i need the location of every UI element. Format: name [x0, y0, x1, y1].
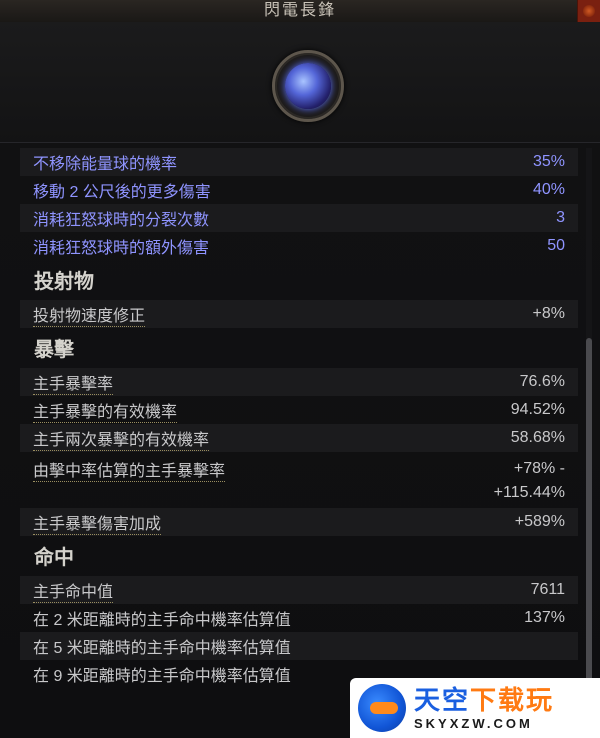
title-bar: 閃電長鋒 — [0, 0, 600, 23]
stat-label: 投射物速度修正 — [33, 302, 146, 327]
stat-value-line: +78% - — [513, 460, 565, 477]
skill-header — [0, 22, 600, 143]
stats-list: 不移除能量球的機率 35% 移動 2 公尺後的更多傷害 40% 消耗狂怒球時的分… — [20, 148, 578, 688]
scrollbar[interactable] — [586, 148, 592, 738]
section-heading-accuracy: 命中 — [34, 547, 74, 569]
watermark: 天空下载玩 SKYXZW.COM — [350, 678, 600, 738]
modifier-row: 消耗狂怒球時的分裂次數 3 — [20, 204, 578, 232]
watermark-url: SKYXZW.COM — [414, 715, 533, 731]
watermark-name-blue: 天空 — [414, 684, 471, 715]
stat-row[interactable]: 在 5 米距離時的主手命中機率估算值 — [20, 632, 578, 660]
stat-row[interactable]: 主手兩次暴擊的有效機率 58.68% — [20, 424, 578, 452]
modifier-label: 消耗狂怒球時的額外傷害 — [33, 240, 210, 257]
section-heading-critical: 暴擊 — [34, 339, 74, 361]
watermark-text: 天空下载玩 SKYXZW.COM — [414, 687, 554, 730]
stat-value-line: +115.44% — [493, 484, 565, 501]
modifier-row: 消耗狂怒球時的額外傷害 50 — [20, 232, 578, 260]
modifier-label: 移動 2 公尺後的更多傷害 — [33, 184, 211, 201]
stat-row[interactable]: 主手暴擊傷害加成 +589% — [20, 508, 578, 536]
skill-icon-orb — [285, 63, 331, 109]
stat-value: 7611 — [530, 581, 565, 598]
stat-row[interactable]: 投射物速度修正 +8% — [20, 300, 578, 328]
watermark-name-orange: 下载玩 — [470, 684, 555, 715]
stat-row[interactable]: 由擊中率估算的主手暴擊率 +78% - +115.44% — [20, 452, 578, 508]
stat-row[interactable]: 在 2 米距離時的主手命中機率估算值 137% — [20, 604, 578, 632]
stat-row[interactable]: 主手命中值 7611 — [20, 576, 578, 604]
stat-value: 94.52% — [510, 401, 565, 418]
stat-label: 主手兩次暴擊的有效機率 — [33, 426, 210, 451]
stat-label: 由擊中率估算的主手暴擊率 — [33, 452, 226, 482]
stat-label: 在 2 米距離時的主手命中機率估算值 — [33, 612, 291, 629]
modifier-value: 40% — [532, 181, 565, 198]
window-title: 閃電長鋒 — [263, 2, 336, 19]
modifier-value: 35% — [532, 153, 565, 170]
watermark-name: 天空下载玩 — [414, 687, 554, 713]
stat-label: 在 9 米距離時的主手命中機率估算值 — [33, 668, 291, 685]
close-icon[interactable] — [577, 0, 600, 22]
stat-label: 主手暴擊率 — [33, 370, 114, 395]
stat-value: +589% — [514, 513, 565, 530]
stat-row[interactable]: 主手暴擊的有效機率 94.52% — [20, 396, 578, 424]
lightning-spear-skill-icon — [272, 50, 344, 122]
modifier-row: 不移除能量球的機率 35% — [20, 148, 578, 176]
section-heading-projectile: 投射物 — [34, 271, 94, 293]
site-logo-icon — [358, 684, 406, 732]
stat-value-range: +78% - +115.44% — [494, 452, 565, 505]
stat-label: 主手暴擊的有效機率 — [33, 398, 178, 423]
stat-value: 58.68% — [510, 429, 565, 446]
modifier-label: 不移除能量球的機率 — [33, 156, 178, 173]
stat-value: 76.6% — [519, 373, 565, 390]
stat-label: 主手暴擊傷害加成 — [33, 510, 162, 535]
stat-row[interactable]: 主手暴擊率 76.6% — [20, 368, 578, 396]
modifier-value: 50 — [547, 237, 565, 254]
skill-details-panel: 閃電長鋒 不移除能量球的機率 35% 移動 2 公尺後的更多傷害 40% 消耗狂… — [0, 0, 600, 738]
stat-value: 137% — [524, 609, 565, 626]
stat-label: 主手命中值 — [33, 578, 114, 603]
stat-label: 在 5 米距離時的主手命中機率估算值 — [33, 640, 291, 657]
modifier-value: 3 — [556, 209, 565, 226]
stat-value: +8% — [532, 305, 565, 322]
modifier-row: 移動 2 公尺後的更多傷害 40% — [20, 176, 578, 204]
modifier-label: 消耗狂怒球時的分裂次數 — [33, 212, 210, 229]
